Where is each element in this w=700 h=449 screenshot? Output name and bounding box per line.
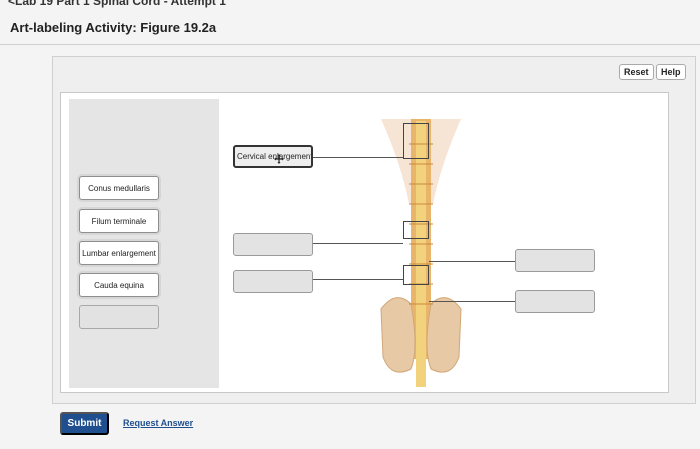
label-chip-empty[interactable] [79,305,159,329]
labeling-canvas: Conus medullaris Filum terminale Lumbar … [60,92,669,393]
page-title: Art-labeling Activity: Figure 19.2a [10,20,217,35]
leader-line-4 [429,261,515,262]
drop-target-2[interactable] [233,233,313,256]
label-chip-filum-terminale[interactable]: Filum terminale [79,209,159,233]
drop-target-3[interactable] [233,270,313,293]
header-divider [0,44,700,45]
move-cursor-icon [274,154,284,164]
label-bank: Conus medullaris Filum terminale Lumbar … [69,99,219,388]
drop-target-4[interactable] [515,249,595,272]
leader-line-3 [313,279,403,280]
segment-box-thoracic [403,221,429,239]
leader-line-1 [313,157,403,158]
drop-target-1[interactable]: Cervical enlargement [233,145,313,168]
label-chip-cauda-equina[interactable]: Cauda equina [79,273,159,297]
label-chip-lumbar-enlargement[interactable]: Lumbar enlargement [79,241,159,265]
leader-line-5 [429,301,515,302]
breadcrumb[interactable]: <Lab 19 Part 1 Spinal Cord - Attempt 1 [8,0,226,8]
reset-button[interactable]: Reset [619,64,654,80]
leader-line-2 [313,243,403,244]
help-button[interactable]: Help [656,64,686,80]
segment-box-cervical [403,123,429,159]
label-chip-conus-medullaris[interactable]: Conus medullaris [79,176,159,200]
drop-target-5[interactable] [515,290,595,313]
segment-box-lumbar [403,265,429,285]
submit-button[interactable]: Submit [60,412,109,435]
request-answer-link[interactable]: Request Answer [123,418,193,428]
